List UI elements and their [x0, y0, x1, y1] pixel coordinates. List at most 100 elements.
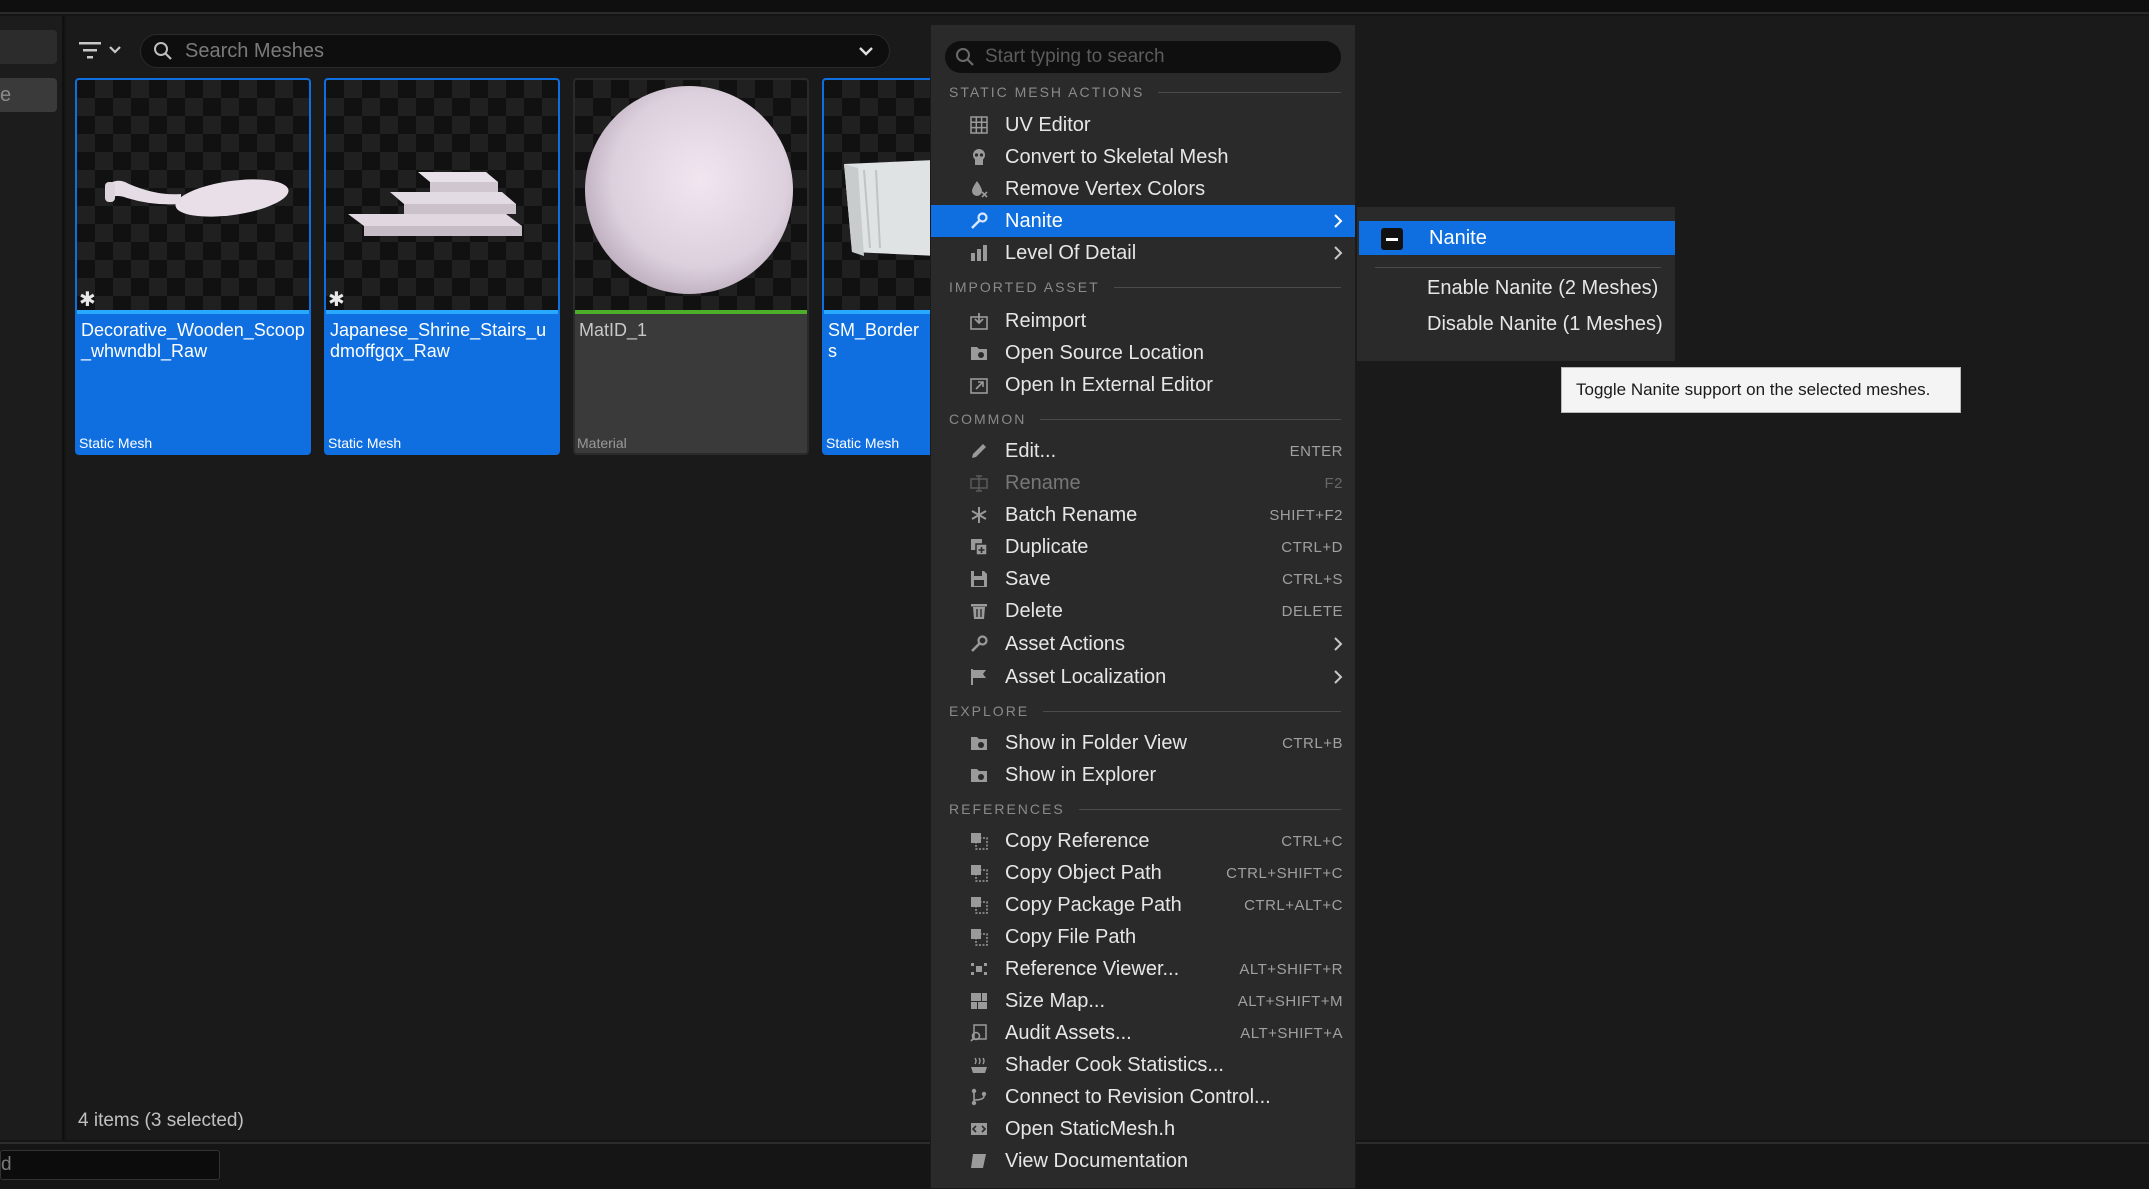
menu-item-shader-cook[interactable]: Shader Cook Statistics...	[931, 1049, 1355, 1081]
chevron-right-icon	[1334, 670, 1343, 684]
save-icon	[969, 569, 989, 589]
section-static-mesh-actions: STATIC MESH ACTIONS	[949, 84, 1341, 100]
wrench-icon	[969, 634, 989, 654]
borders-mesh-preview	[844, 160, 932, 256]
menu-item-save[interactable]: Save CTRL+S	[931, 563, 1355, 595]
wrench-icon	[969, 211, 989, 231]
reference-viewer-icon	[969, 959, 989, 979]
material-sphere-preview	[585, 86, 793, 294]
menu-item-size-map[interactable]: Size Map... ALT+SHIFT+M	[931, 985, 1355, 1017]
pencil-icon	[969, 441, 989, 461]
sidebar-item[interactable]	[0, 30, 57, 64]
menu-item-asset-actions[interactable]: Asset Actions	[931, 628, 1355, 660]
menu-item-copy-reference[interactable]: Copy Reference CTRL+C	[931, 825, 1355, 857]
asset-tile[interactable]: MatID_1 Material	[573, 78, 809, 455]
copy-icon	[969, 927, 989, 947]
menu-item-copy-package-path[interactable]: Copy Package Path CTRL+ALT+C	[931, 889, 1355, 921]
menu-item-duplicate[interactable]: Duplicate CTRL+D	[931, 531, 1355, 563]
submenu-item-disable-nanite[interactable]: Disable Nanite (1 Meshes)	[1427, 313, 1663, 336]
menu-item-copy-object-path[interactable]: Copy Object Path CTRL+SHIFT+C	[931, 857, 1355, 889]
asset-thumbnail	[77, 80, 309, 312]
chevron-down-icon	[109, 46, 121, 54]
chevron-right-icon	[1334, 214, 1343, 228]
asset-tile[interactable]: SM_Borders Static Mesh	[822, 78, 934, 455]
chevron-down-icon[interactable]	[857, 45, 875, 57]
external-icon	[969, 375, 989, 395]
copy-icon	[969, 895, 989, 915]
menu-item-uv-editor[interactable]: UV Editor	[931, 109, 1355, 141]
filter-button[interactable]	[78, 34, 130, 66]
asset-name: MatID_1	[579, 320, 648, 340]
modified-icon: ✱	[328, 289, 345, 311]
sidebar-item-selected[interactable]: e	[0, 78, 57, 112]
submenu-item-enable-nanite[interactable]: Enable Nanite (2 Meshes)	[1427, 277, 1658, 300]
audit-icon	[969, 1023, 989, 1043]
asset-tile[interactable]: ✱ Japanese_Shrine_Stairs_udmoffgqx_Raw S…	[324, 78, 560, 455]
menu-item-reimport[interactable]: Reimport	[931, 305, 1355, 337]
menu-item-asset-localization[interactable]: Asset Localization	[931, 661, 1355, 693]
item-count-status: 4 items (3 selected)	[78, 1110, 244, 1131]
menu-search-input[interactable]	[985, 46, 1341, 68]
size-map-icon	[969, 991, 989, 1011]
section-common: COMMON	[949, 411, 1341, 427]
menu-item-edit[interactable]: Edit... ENTER	[931, 435, 1355, 467]
search-bar	[140, 34, 890, 68]
toggle-mixed-checkbox[interactable]	[1381, 228, 1403, 250]
menu-item-audit-assets[interactable]: Audit Assets... ALT+SHIFT+A	[931, 1017, 1355, 1049]
console-input[interactable]: d	[0, 1150, 220, 1180]
menu-item-level-of-detail[interactable]: Level Of Detail	[931, 237, 1355, 269]
left-sidebar: e	[0, 16, 64, 1140]
menu-search	[945, 41, 1341, 73]
stairs-mesh-preview	[348, 172, 522, 236]
asset-name: Decorative_Wooden_Scoop_whwndbl_Raw	[81, 320, 305, 361]
asset-thumbnail	[575, 80, 807, 312]
tooltip: Toggle Nanite support on the selected me…	[1561, 367, 1961, 413]
asset-type: Static Mesh	[328, 435, 402, 451]
paint-drop-icon	[969, 179, 989, 199]
skull-icon	[969, 147, 989, 167]
section-imported-asset: IMPORTED ASSET	[949, 279, 1341, 295]
search-input[interactable]	[185, 39, 857, 63]
cook-icon	[969, 1055, 989, 1075]
scoop-mesh-preview	[105, 179, 289, 217]
menu-item-view-docs[interactable]: View Documentation	[931, 1145, 1355, 1177]
trash-icon	[969, 601, 989, 621]
asterisk-icon	[969, 505, 989, 525]
book-icon	[969, 1151, 989, 1171]
duplicate-icon	[969, 537, 989, 557]
asset-type: Static Mesh	[79, 435, 153, 451]
menu-item-open-header[interactable]: Open StaticMesh.h	[931, 1113, 1355, 1145]
menu-item-copy-file-path[interactable]: Copy File Path	[931, 921, 1355, 953]
flag-icon	[969, 667, 989, 687]
folder-search-icon	[969, 343, 989, 363]
copy-icon	[969, 863, 989, 883]
search-icon	[956, 48, 974, 66]
menu-item-show-explorer[interactable]: Show in Explorer	[931, 759, 1355, 791]
menu-item-convert-skeletal[interactable]: Convert to Skeletal Mesh	[931, 141, 1355, 173]
submenu-item-nanite-toggle[interactable]: Nanite	[1359, 221, 1675, 255]
menu-item-show-folder-view[interactable]: Show in Folder View CTRL+B	[931, 727, 1355, 759]
section-references: REFERENCES	[949, 801, 1341, 817]
menu-item-delete[interactable]: Delete DELETE	[931, 595, 1355, 627]
section-explore: EXPLORE	[949, 703, 1341, 719]
top-bar	[0, 0, 2149, 14]
asset-name: SM_Borders	[828, 320, 920, 361]
menu-item-reference-viewer[interactable]: Reference Viewer... ALT+SHIFT+R	[931, 953, 1355, 985]
lod-icon	[969, 243, 989, 263]
menu-item-open-external-editor[interactable]: Open In External Editor	[931, 369, 1355, 401]
asset-tile[interactable]: ✱ Decorative_Wooden_Scoop_whwndbl_Raw St…	[75, 78, 311, 455]
menu-item-open-source-location[interactable]: Open Source Location	[931, 337, 1355, 369]
branch-icon	[969, 1087, 989, 1107]
menu-item-connect-revision[interactable]: Connect to Revision Control...	[931, 1081, 1355, 1113]
copy-icon	[969, 831, 989, 851]
rename-icon	[969, 473, 989, 493]
menu-item-nanite[interactable]: Nanite	[931, 205, 1355, 237]
chevron-right-icon	[1334, 246, 1343, 260]
menu-item-remove-vertex-colors[interactable]: Remove Vertex Colors	[931, 173, 1355, 205]
folder-search-icon	[969, 765, 989, 785]
asset-type: Static Mesh	[826, 435, 900, 451]
filter-icon	[79, 42, 101, 59]
modified-icon: ✱	[79, 289, 96, 311]
menu-item-batch-rename[interactable]: Batch Rename SHIFT+F2	[931, 499, 1355, 531]
nanite-submenu: Nanite Enable Nanite (2 Meshes) Disable …	[1356, 206, 1676, 362]
